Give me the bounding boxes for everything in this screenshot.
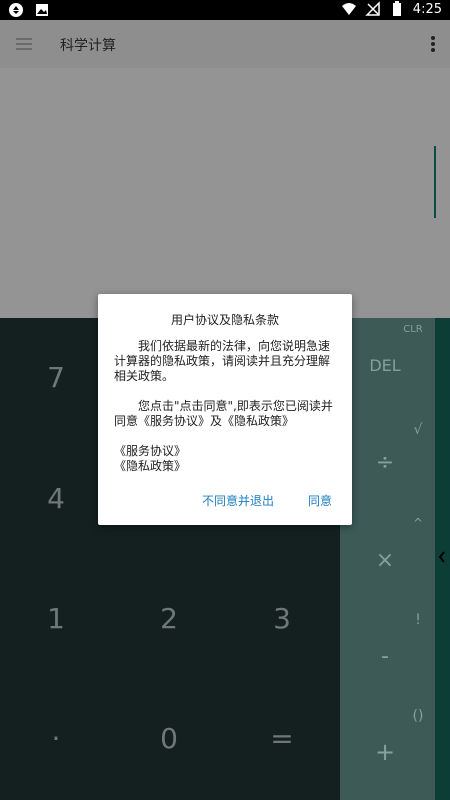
agree-button[interactable]: 同意: [308, 492, 332, 509]
battery-icon: [392, 1, 401, 16]
key-plus[interactable]: +: [355, 738, 415, 766]
key-3[interactable]: 3: [252, 602, 312, 635]
chevron-left-icon: [438, 551, 445, 563]
page-title: 科学计算: [60, 38, 116, 54]
dialog-paragraph-consent: 您点击"点击同意",即表示您已阅读并同意《服务协议》及《隐私政策》: [114, 399, 333, 428]
key-2[interactable]: 2: [139, 602, 199, 635]
sync-icon: [9, 3, 23, 17]
menu-icon[interactable]: [14, 34, 34, 54]
status-time: 4:25: [412, 1, 442, 17]
key-multiply[interactable]: ×: [355, 548, 415, 573]
operator-panel: CLR DEL √ ÷ ^ × ! - () +: [340, 318, 435, 800]
dialog-title: 用户协议及隐私条款: [170, 313, 279, 327]
dialog-actions: 不同意并退出 同意: [98, 492, 352, 512]
key-equals[interactable]: =: [252, 722, 312, 755]
key-divide[interactable]: ÷: [355, 450, 415, 475]
key-minus[interactable]: -: [355, 644, 415, 669]
privacy-policy-link[interactable]: 《隐私政策》: [114, 459, 340, 474]
key-4[interactable]: 4: [26, 482, 86, 515]
image-icon: [36, 4, 48, 16]
app-toolbar: 科学计算: [0, 20, 450, 68]
key-dot[interactable]: ·: [26, 722, 86, 755]
dialog-paragraph-intro: 我们依据最新的法律，向您说明急速计算器的隐私政策，请阅读并且充分理解相关政策。: [114, 339, 331, 383]
key-del[interactable]: DEL: [355, 356, 415, 375]
dialog-body: 我们依据最新的法律，向您说明急速计算器的隐私政策，请阅读并且充分理解相关政策。 …: [114, 339, 340, 474]
key-0[interactable]: 0: [139, 722, 199, 755]
decline-exit-button[interactable]: 不同意并退出: [202, 492, 274, 509]
key-parentheses[interactable]: (): [400, 708, 436, 724]
privacy-dialog: 用户协议及隐私条款 我们依据最新的法律，向您说明急速计算器的隐私政策，请阅读并且…: [98, 294, 352, 525]
calculator-display[interactable]: [0, 68, 450, 318]
advanced-panel-handle[interactable]: [435, 318, 450, 800]
key-7[interactable]: 7: [26, 361, 86, 394]
key-power[interactable]: ^: [400, 516, 436, 530]
input-cursor: [434, 146, 436, 218]
more-options-icon[interactable]: [428, 34, 438, 54]
key-factorial[interactable]: !: [400, 612, 436, 628]
no-sim-icon: [364, 1, 380, 16]
status-bar: 4:25: [0, 0, 450, 20]
service-agreement-link[interactable]: 《服务协议》: [114, 444, 340, 459]
wifi-icon: [341, 3, 356, 15]
key-1[interactable]: 1: [26, 602, 86, 635]
key-clr[interactable]: CLR: [395, 324, 431, 335]
key-sqrt[interactable]: √: [400, 422, 436, 438]
